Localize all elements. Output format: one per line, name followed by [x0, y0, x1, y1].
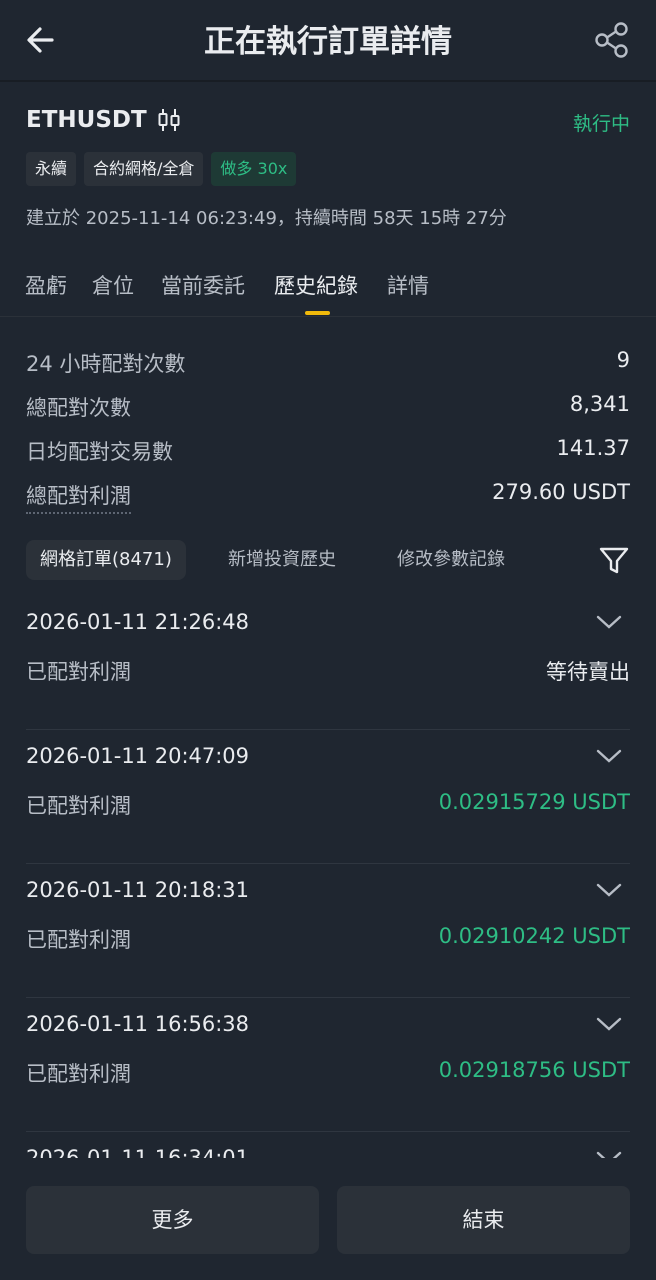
tab-open-orders[interactable]: 當前委託	[161, 270, 245, 300]
list-item[interactable]: 2026-01-11 16:34:01	[26, 1132, 630, 1158]
top-bar: 正在執行訂單詳情	[0, 0, 656, 80]
stat-value: 8,341	[569, 392, 630, 416]
tab-pnl[interactable]: 盈虧	[25, 270, 67, 300]
profit-value: 0.02915729 USDT	[438, 790, 630, 814]
list-item[interactable]: 2026-01-11 20:47:09 已配對利潤 0.02915729 USD…	[26, 730, 630, 864]
stat-value: 279.60 USDT	[492, 480, 630, 504]
stat-value: 9	[616, 348, 630, 372]
profit-value: 等待賣出	[546, 660, 630, 684]
order-time: 2026-01-11 21:26:48	[26, 610, 250, 634]
profit-value: 0.02910242 USDT	[438, 924, 630, 948]
stat-daily-avg: 日均配對交易數 141.37	[26, 436, 630, 468]
profit-label: 已配對利潤	[26, 660, 131, 684]
list-item[interactable]: 2026-01-11 21:26:48 已配對利潤 等待賣出	[26, 596, 630, 730]
tab-position[interactable]: 倉位	[92, 270, 134, 300]
subtab-add-investment[interactable]: 新增投資歷史	[228, 540, 336, 580]
active-tab-indicator	[305, 311, 330, 315]
order-time: 2026-01-11 20:18:31	[26, 878, 250, 902]
order-time: 2026-01-11 16:56:38	[26, 1012, 250, 1036]
created-info: 建立於 2025-11-14 06:23:49，持續時間 58天 15時 27分	[26, 208, 507, 229]
stat-label: 24 小時配對次數	[26, 352, 186, 376]
stat-24h-matches: 24 小時配對次數 9	[26, 348, 630, 380]
stat-label-tooltip[interactable]: 總配對利潤	[26, 480, 131, 514]
list-item[interactable]: 2026-01-11 20:18:31 已配對利潤 0.02910242 USD…	[26, 864, 630, 998]
symbol-row[interactable]: ETHUSDT	[26, 106, 181, 134]
stat-label: 日均配對交易數	[26, 440, 173, 464]
tab-history[interactable]: 歷史紀錄	[274, 270, 358, 300]
chevron-down-icon[interactable]	[596, 748, 622, 764]
stat-total-matches: 總配對次數 8,341	[26, 392, 630, 424]
stat-label: 總配對次數	[26, 396, 131, 420]
tab-details[interactable]: 詳情	[387, 270, 429, 300]
order-time: 2026-01-11 20:47:09	[26, 744, 250, 768]
tag-list: 永續 合約網格/全倉 做多 30x	[26, 152, 304, 186]
tag-leverage: 做多 30x	[211, 152, 297, 186]
subtab-param-changes[interactable]: 修改參數記錄	[397, 540, 505, 580]
stat-value: 141.37	[556, 436, 630, 460]
profit-label: 已配對利潤	[26, 928, 131, 952]
profit-value: 0.02918756 USDT	[438, 1058, 630, 1082]
detail-tabs: 盈虧 倉位 當前委託 歷史紀錄 詳情	[0, 270, 656, 318]
chevron-down-icon[interactable]	[596, 1150, 622, 1158]
status-badge: 執行中	[572, 113, 630, 135]
filter-icon[interactable]	[598, 544, 630, 576]
more-button[interactable]: 更多	[26, 1186, 319, 1254]
profit-label: 已配對利潤	[26, 794, 131, 818]
profit-label: 已配對利潤	[26, 1062, 131, 1086]
stat-total-profit: 總配對利潤 279.60 USDT	[26, 480, 630, 514]
subtab-grid-orders[interactable]: 網格訂單(8471)	[26, 540, 186, 580]
end-button[interactable]: 結束	[337, 1186, 630, 1254]
grid-order-list: 2026-01-11 21:26:48 已配對利潤 等待賣出 2026-01-1…	[26, 596, 630, 1158]
chevron-down-icon[interactable]	[596, 614, 622, 630]
list-item[interactable]: 2026-01-11 16:56:38 已配對利潤 0.02918756 USD…	[26, 998, 630, 1132]
symbol-name: ETHUSDT	[26, 107, 147, 133]
header-divider	[0, 80, 656, 82]
tag-grid-type: 合約網格/全倉	[84, 152, 204, 186]
chevron-down-icon[interactable]	[596, 1016, 622, 1032]
page-title: 正在執行訂單詳情	[204, 24, 452, 60]
share-icon[interactable]	[592, 20, 632, 60]
bottom-action-bar: 更多 結束	[0, 1166, 656, 1280]
order-time: 2026-01-11 16:34:01	[26, 1146, 250, 1158]
candlestick-chart-icon[interactable]	[157, 106, 181, 134]
chevron-down-icon[interactable]	[596, 882, 622, 898]
tag-perpetual: 永續	[26, 152, 77, 186]
history-subtabs: 網格訂單(8471) 新增投資歷史 修改參數記錄	[26, 540, 630, 582]
tabs-divider	[0, 316, 656, 317]
